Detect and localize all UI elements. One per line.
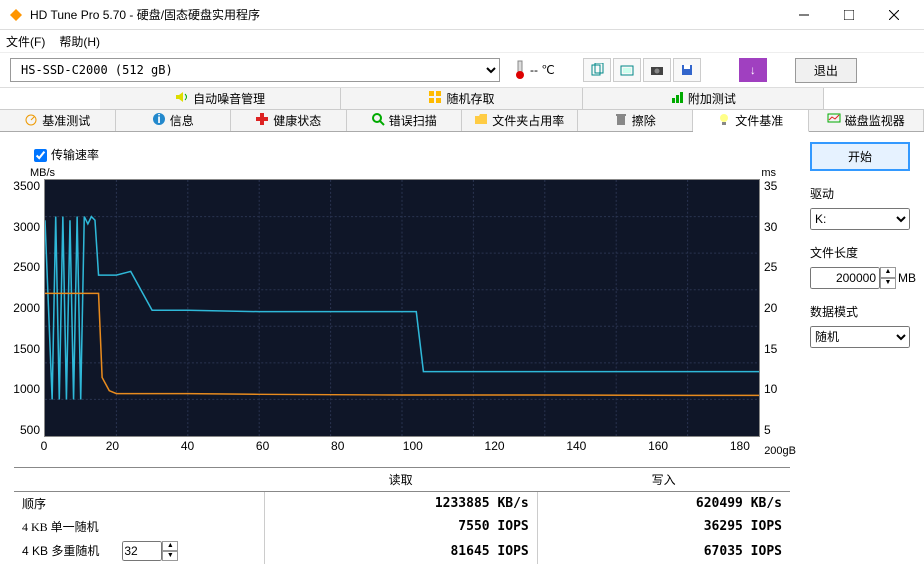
volume-icon [175,90,189,107]
tab-health[interactable]: 健康状态 [231,110,347,131]
chart-icon [670,90,684,107]
gauge-icon [24,112,38,129]
menu-file[interactable]: 文件(F) [6,33,45,50]
table-row: 4 KB 单一随机 7550 IOPS 36295 IOPS [14,515,790,538]
filelen-label: 文件长度 [810,244,910,261]
camera-icon[interactable] [643,58,671,82]
pattern-label: 数据模式 [810,303,910,320]
bulb-icon [717,112,731,129]
menubar: 文件(F) 帮助(H) [0,30,924,52]
app-icon [8,7,24,23]
menu-help[interactable]: 帮助(H) [59,33,100,50]
svg-text:i: i [157,112,160,126]
tab-error-scan[interactable]: 错误扫描 [347,110,463,131]
tabs-lower: 基准测试 i信息 健康状态 错误扫描 文件夹占用率 擦除 文件基准 磁盘监视器 [0,110,924,132]
temperature-display: -- ℃ [514,59,555,82]
plus-icon [255,112,269,129]
exit-button[interactable]: 退出 [795,58,857,83]
filelen-input[interactable] [810,267,880,289]
thermometer-icon [514,59,526,82]
window-title: HD Tune Pro 5.70 - 硬盘/固态硬盘实用程序 [30,6,781,23]
transfer-chart: MB/s ms 350030002500200015001000500 3530… [14,167,790,457]
tab-benchmark[interactable]: 基准测试 [0,110,116,131]
toolbar: HS-SSD-C2000 (512 gB) -- ℃ ↓ 退出 [0,52,924,88]
info-icon: i [152,112,166,129]
pattern-select[interactable]: 随机 [810,326,910,348]
tab-random-access[interactable]: 随机存取 [341,88,582,109]
down-arrow-button[interactable]: ↓ [739,58,767,82]
table-row: 4 KB 多重随机 ▲▼ 81645 IOPS 67035 IOPS [14,538,790,564]
titlebar: HD Tune Pro 5.70 - 硬盘/固态硬盘实用程序 [0,0,924,30]
tabs-upper: 自动噪音管理 随机存取 附加测试 [0,88,924,110]
spin-down[interactable]: ▼ [162,551,178,561]
transfer-rate-checkbox[interactable]: 传输速率 [34,148,99,162]
spin-up[interactable]: ▲ [880,267,896,278]
copy-icon[interactable] [583,58,611,82]
screenshot-icon[interactable] [613,58,641,82]
results-table: 读取 写入 顺序 1233885 KB/s 620499 KB/s 4 KB 单… [14,467,790,564]
tab-info[interactable]: i信息 [116,110,232,131]
folder-icon [474,112,488,129]
tab-file-benchmark[interactable]: 文件基准 [693,110,809,132]
minimize-button[interactable] [781,1,826,29]
drive-select[interactable]: K: [810,208,910,230]
tab-disk-monitor[interactable]: 磁盘监视器 [809,110,924,131]
trash-icon [614,112,628,129]
device-select[interactable]: HS-SSD-C2000 (512 gB) [10,58,500,82]
monitor-icon [827,112,841,129]
queue-depth-input[interactable] [122,541,162,561]
tab-erase[interactable]: 擦除 [578,110,694,131]
table-row: 顺序 1233885 KB/s 620499 KB/s [14,492,790,516]
spin-down[interactable]: ▼ [880,278,896,289]
spin-up[interactable]: ▲ [162,541,178,551]
close-button[interactable] [871,1,916,29]
tab-folder-usage[interactable]: 文件夹占用率 [462,110,578,131]
maximize-button[interactable] [826,1,871,29]
start-button[interactable]: 开始 [810,142,910,171]
drive-label: 驱动 [810,185,910,202]
tab-noise-mgmt[interactable]: 自动噪音管理 [100,88,341,109]
save-icon[interactable] [673,58,701,82]
tab-extra-tests[interactable]: 附加测试 [583,88,824,109]
grid-icon [428,90,442,107]
magnifier-icon [371,112,385,129]
